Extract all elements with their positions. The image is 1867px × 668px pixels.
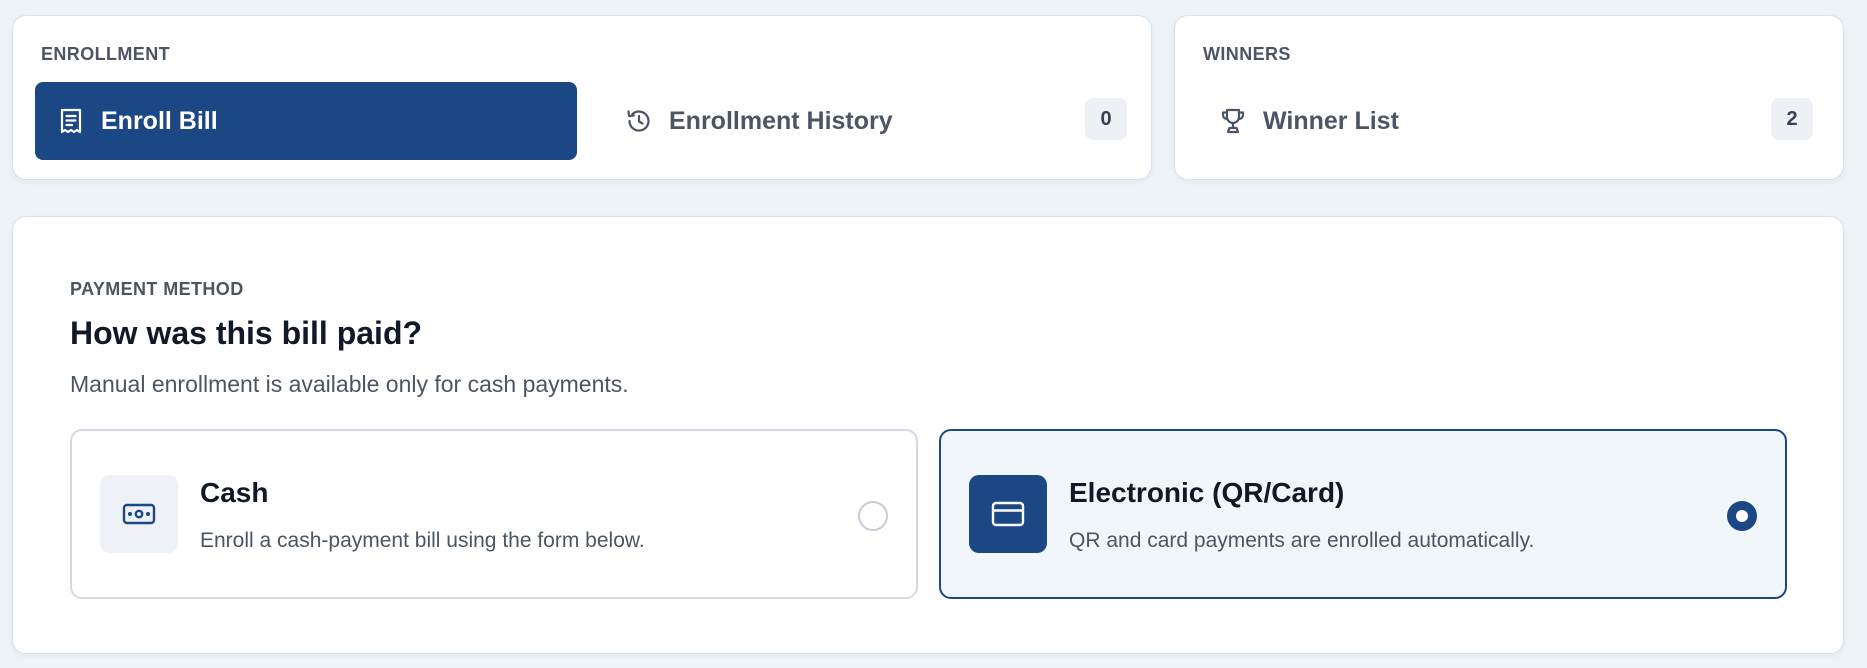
winners-section-label: WINNERS [1203, 44, 1291, 64]
enrollment-history-count-badge: 0 [1085, 98, 1127, 140]
enrollment-history-button[interactable]: Enrollment History 0 [607, 82, 1127, 160]
cash-icon [100, 475, 178, 553]
payment-method-section-label: PAYMENT METHOD [70, 279, 244, 299]
enrollment-card: ENROLLMENT Enroll Bill Enrollment Histor… [12, 15, 1152, 180]
winners-card: WINNERS Winner List 2 [1174, 15, 1844, 180]
cash-radio-button[interactable] [858, 501, 888, 531]
enroll-bill-label: Enroll Bill [101, 106, 218, 135]
enrollment-history-label: Enrollment History [669, 106, 893, 135]
winner-list-button[interactable]: Winner List 2 [1203, 82, 1813, 160]
payment-option-cash[interactable]: Cash Enroll a cash-payment bill using th… [70, 429, 918, 599]
electronic-option-description: QR and card payments are enrolled automa… [1069, 529, 1535, 552]
trophy-icon [1219, 107, 1247, 135]
enrollment-section-label: ENROLLMENT [41, 44, 170, 64]
payment-option-electronic[interactable]: Electronic (QR/Card) QR and card payment… [939, 429, 1787, 599]
electronic-radio-button[interactable] [1727, 501, 1757, 531]
electronic-option-title: Electronic (QR/Card) [1069, 477, 1345, 508]
receipt-icon [57, 107, 85, 135]
cash-option-title: Cash [200, 477, 269, 508]
winner-list-count-badge: 2 [1771, 98, 1813, 140]
cash-option-description: Enroll a cash-payment bill using the for… [200, 529, 645, 552]
payment-method-card: PAYMENT METHOD How was this bill paid? M… [12, 216, 1844, 654]
payment-method-subtitle: Manual enrollment is available only for … [70, 371, 629, 397]
history-icon [625, 107, 653, 135]
enroll-bill-button[interactable]: Enroll Bill [35, 82, 577, 160]
winner-list-label: Winner List [1263, 106, 1399, 135]
card-icon [969, 475, 1047, 553]
payment-method-heading: How was this bill paid? [70, 315, 423, 351]
radio-selected-dot [1736, 510, 1748, 522]
